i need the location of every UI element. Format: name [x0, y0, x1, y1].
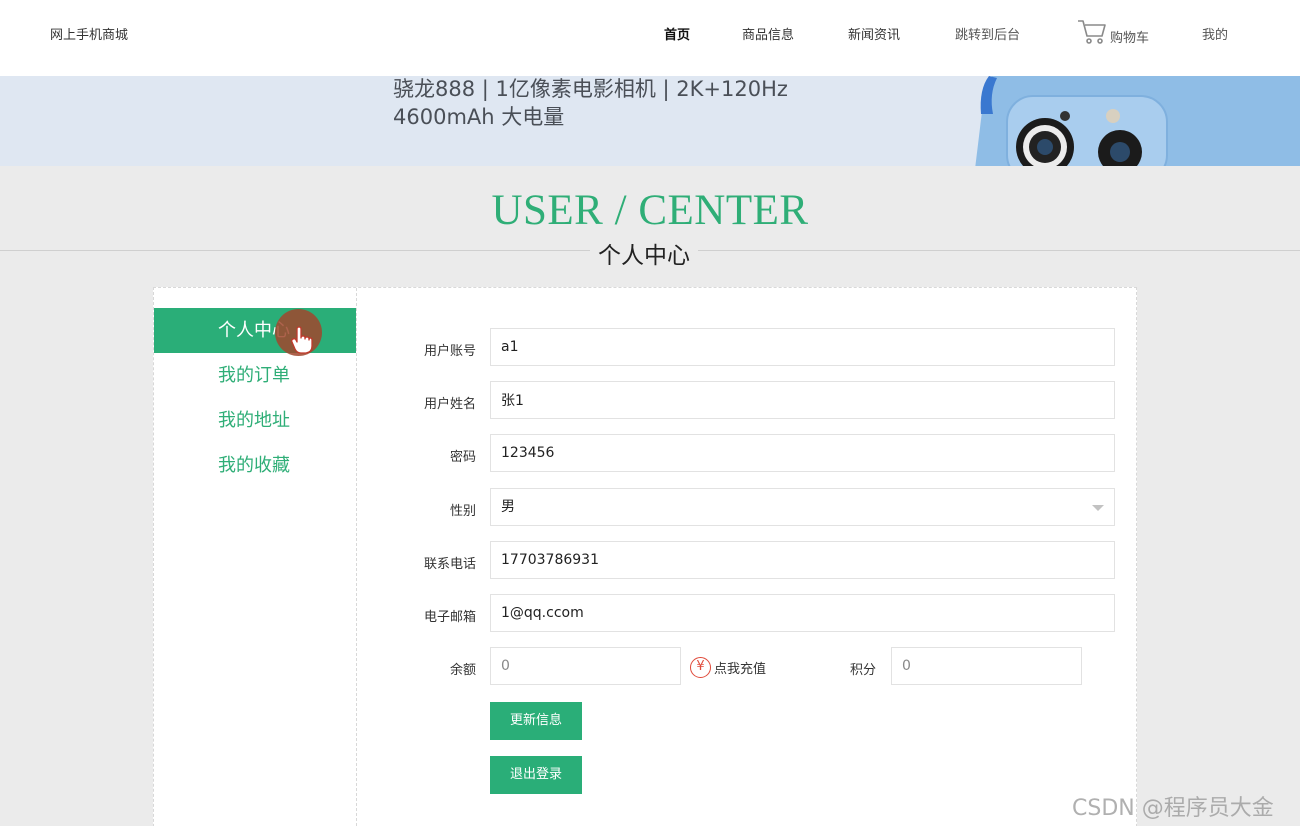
- phone-camera-image: [975, 76, 1300, 166]
- shopping-cart-icon: [1078, 20, 1106, 44]
- name-label: 用户姓名: [423, 397, 476, 412]
- update-info-button[interactable]: 更新信息: [490, 702, 582, 740]
- csdn-watermark: CSDN @程序员大金: [1072, 796, 1274, 821]
- account-label: 用户账号: [423, 344, 476, 359]
- section-title-en: USER / CENTER: [491, 187, 809, 234]
- balance-field[interactable]: [490, 647, 681, 685]
- nav-cart-label: 购物车: [1110, 31, 1150, 46]
- nav-mine[interactable]: 我的: [1202, 24, 1228, 43]
- password-label: 密码: [449, 450, 476, 465]
- nav-admin[interactable]: 跳转到后台: [955, 24, 1020, 43]
- gender-select[interactable]: 男: [490, 488, 1115, 526]
- phone-field[interactable]: [490, 541, 1115, 579]
- nav-home[interactable]: 首页: [664, 24, 690, 43]
- sidebar-item-favorites[interactable]: 我的收藏: [154, 443, 356, 488]
- gender-label: 性别: [449, 504, 476, 519]
- yen-icon: ¥: [690, 657, 711, 678]
- chevron-down-icon: [1092, 505, 1104, 511]
- sidebar-item-label: 我的订单: [218, 365, 290, 386]
- section-title-cn: 个人中心: [590, 236, 698, 270]
- banner-spec-line: 骁龙888 | 1亿像素电影相机 | 2K+120Hz: [393, 77, 788, 101]
- user-center-panel: 个人中心 我的订单 我的地址 我的收藏 用户账号 用户姓名 密码 性别 男 联系…: [153, 287, 1137, 826]
- banner-battery-line: 4600mAh 大电量: [393, 105, 565, 129]
- name-field[interactable]: [490, 381, 1115, 419]
- email-label: 电子邮箱: [423, 610, 476, 625]
- sidebar-item-addresses[interactable]: 我的地址: [154, 398, 356, 443]
- points-field[interactable]: [891, 647, 1082, 685]
- user-sidebar: 个人中心 我的订单 我的地址 我的收藏: [154, 288, 357, 826]
- nav-cart[interactable]: 购物车: [1076, 18, 1149, 46]
- phone-label: 联系电话: [423, 557, 476, 572]
- recharge-link[interactable]: ¥ 点我充值: [690, 657, 766, 678]
- nav-products[interactable]: 商品信息: [742, 24, 794, 43]
- sidebar-item-label: 我的地址: [218, 410, 290, 431]
- recharge-label: 点我充值: [714, 662, 767, 677]
- password-field[interactable]: [490, 434, 1115, 472]
- sidebar-item-profile[interactable]: 个人中心: [154, 308, 356, 353]
- email-field[interactable]: [490, 594, 1115, 632]
- nav-news[interactable]: 新闻资讯: [848, 24, 900, 43]
- logout-button[interactable]: 退出登录: [490, 756, 582, 794]
- balance-label: 余额: [449, 663, 476, 678]
- promo-banner[interactable]: 骁龙888 | 1亿像素电影相机 | 2K+120Hz 4600mAh 大电量: [0, 76, 1300, 166]
- sidebar-item-orders[interactable]: 我的订单: [154, 353, 356, 398]
- top-navbar: 网上手机商城 首页 商品信息 新闻资讯 跳转到后台 购物车 我的: [0, 0, 1300, 76]
- account-field[interactable]: [490, 328, 1115, 366]
- gender-selected-value: 男: [501, 499, 515, 515]
- site-brand[interactable]: 网上手机商城: [50, 24, 128, 43]
- sidebar-item-label: 我的收藏: [218, 455, 290, 476]
- hand-pointer-icon: [291, 326, 313, 354]
- points-label: 积分: [849, 663, 876, 678]
